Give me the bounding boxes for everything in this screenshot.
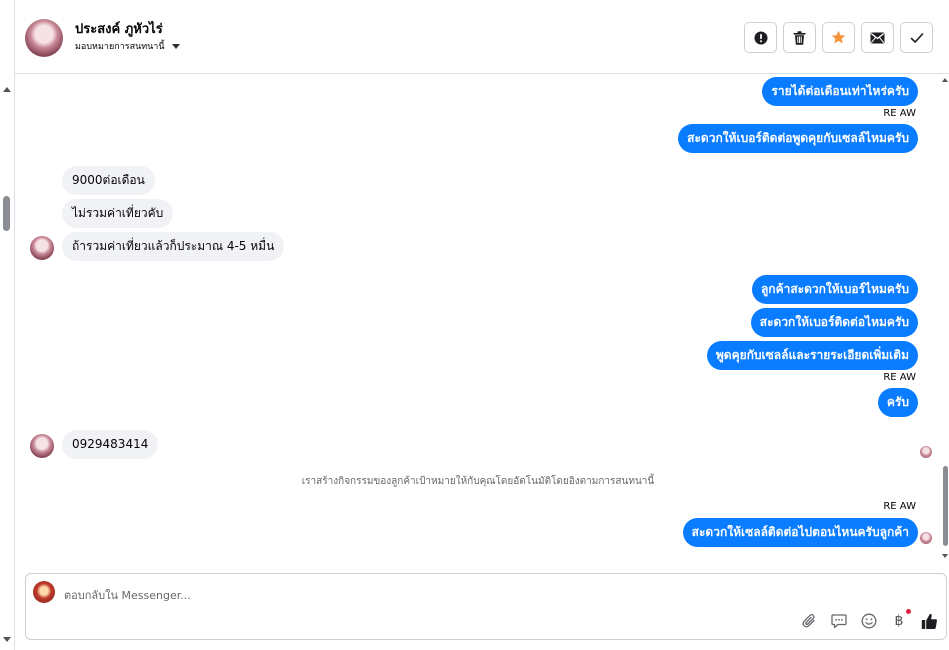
mark-unread-button[interactable] [861,22,894,53]
composer-toolbar: ฿ [800,609,938,630]
message-outgoing[interactable]: พูดคุยกับเซลล์และรายระเอียดเพิ่มเติม [706,341,918,370]
reply-composer: ฿ [25,573,947,640]
notification-dot [906,609,911,614]
message-scrollbar[interactable] [941,74,949,560]
attach-button[interactable] [800,612,818,630]
emoji-icon [861,613,877,629]
baht-icon: ฿ [894,613,904,629]
sender-tag: RE AW [883,501,916,512]
message-incoming[interactable]: 9000ต่อเดือน [62,166,155,195]
report-button[interactable] [744,22,777,53]
seen-receipt-avatar [920,532,932,544]
inbox-conversation-view: ประสงค์ ภูหัวไร่ มอบหมายการสนทนานี้ รายไ… [0,0,949,650]
message-outgoing[interactable]: สะดวกให้เซลล์ติดต่อไปตอนไหนครับลูกค้า [682,518,918,547]
star-icon [831,30,846,44]
system-note: เราสร้างกิจกรรมของลูกค้าเป้าหมายให้กับคุ… [301,476,655,487]
message-incoming[interactable]: ถ้ารวมค่าเที่ยวแล้วก็ประมาณ 4-5 หมื่น [62,232,285,261]
page-avatar [33,581,55,603]
scroll-up-arrow-icon[interactable] [942,78,948,82]
reply-input[interactable] [64,585,764,605]
envelope-icon [870,32,885,43]
left-scrollbar[interactable] [0,0,15,650]
contact-avatar-small[interactable] [30,434,54,458]
message-outgoing[interactable]: ลูกค้าสะดวกให้เบอร์ไหมครับ [751,275,918,304]
contact-avatar[interactable] [25,19,63,57]
seen-receipt-avatar [920,446,932,458]
header-actions [744,22,933,53]
check-icon [910,32,923,43]
star-button[interactable] [822,22,855,53]
scroll-up-arrow-icon[interactable] [3,87,11,92]
message-incoming[interactable]: 0929483414 [62,430,159,459]
trash-icon [793,30,806,45]
message-thread: รายได้ต่อเดือนเท่าไหร่ครับ RE AW สะดวกให… [15,74,941,560]
caret-down-icon [171,43,180,49]
paperclip-icon [802,613,815,628]
message-outgoing[interactable]: ครับ [877,388,918,417]
exclamation-icon [754,31,767,44]
message-incoming[interactable]: ไม่รวมค่าเที่ยวคับ [62,199,174,228]
delete-button[interactable] [783,22,816,53]
scroll-thumb[interactable] [943,466,948,546]
message-outgoing[interactable]: รายได้ต่อเดือนเท่าไหร่ครับ [762,77,918,106]
scroll-thumb[interactable] [3,196,10,231]
mark-done-button[interactable] [900,22,933,53]
scroll-down-arrow-icon[interactable] [942,554,948,558]
assign-label: มอบหมายการสนทนานี้ [75,42,165,52]
contact-avatar-small[interactable] [30,236,54,260]
message-outgoing[interactable]: สะดวกให้เบอร์ติดต่อพูดคุยกับเซลล์ไหมครับ [678,124,918,153]
like-button[interactable] [920,612,938,630]
chat-bubble-icon [831,614,847,629]
sender-tag: RE AW [883,108,916,119]
message-outgoing[interactable]: สะดวกให้เบอร์ติดต่อไหมครับ [750,308,918,337]
payment-button[interactable]: ฿ [890,609,911,630]
thumbs-up-icon [921,613,937,629]
saved-replies-button[interactable] [830,612,848,630]
sender-tag: RE AW [883,372,916,383]
emoji-button[interactable] [860,612,878,630]
scroll-down-arrow-icon[interactable] [3,637,11,642]
assign-conversation-dropdown[interactable]: มอบหมายการสนทนานี้ [75,39,180,53]
conversation-header: ประสงค์ ภูหัวไร่ มอบหมายการสนทนานี้ [15,0,949,74]
contact-name[interactable]: ประสงค์ ภูหัวไร่ [75,18,163,39]
